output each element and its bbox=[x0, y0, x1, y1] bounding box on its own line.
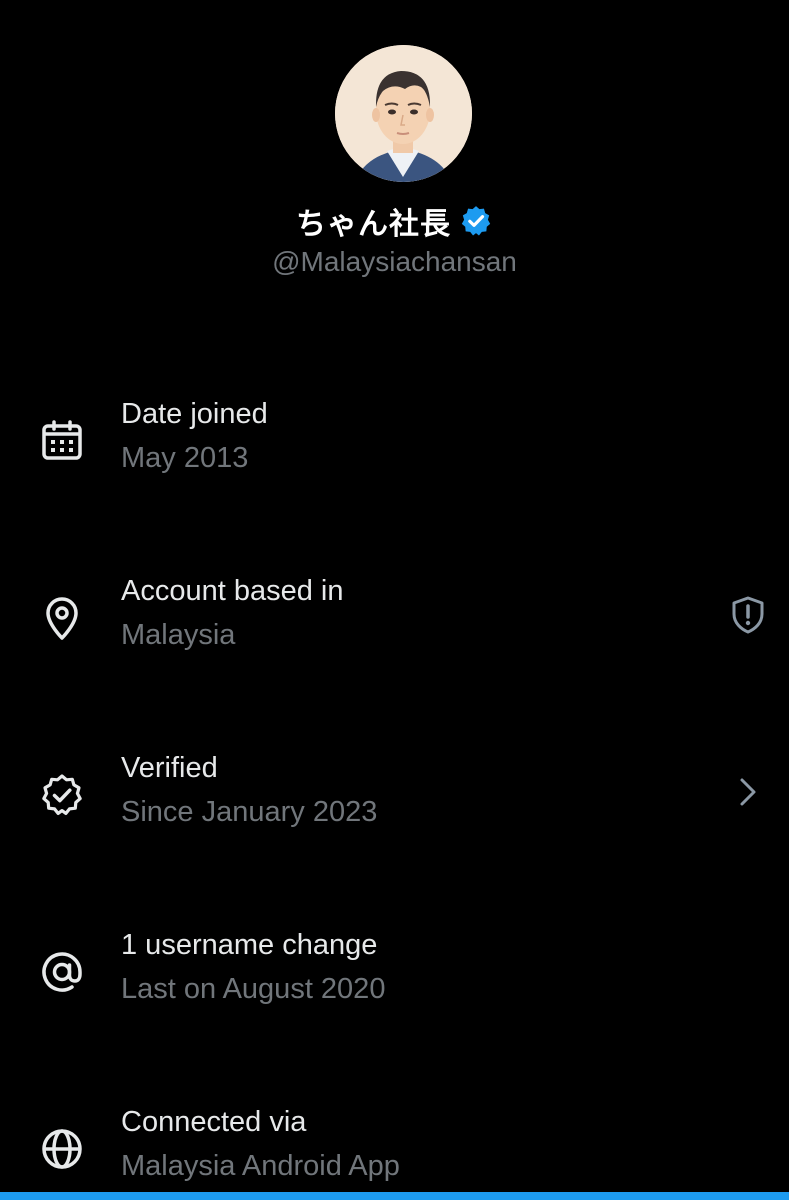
verified-check-icon bbox=[38, 771, 86, 819]
connected-via-title: Connected via bbox=[121, 1106, 307, 1138]
info-item-connected-via: Connected via Malaysia Android App bbox=[0, 1088, 789, 1198]
connected-via-value: Malaysia Android App bbox=[121, 1150, 400, 1182]
info-item-account-based-in: Account based in Malaysia bbox=[0, 557, 789, 667]
verified-title: Verified bbox=[121, 752, 218, 784]
profile-header: ちゃん社長 @Malaysiachansan bbox=[0, 0, 789, 300]
username-change-title: 1 username change bbox=[121, 929, 378, 961]
date-joined-title: Date joined bbox=[121, 398, 268, 430]
avatar[interactable] bbox=[335, 45, 472, 182]
date-joined-value: May 2013 bbox=[121, 442, 249, 474]
info-item-verified[interactable]: Verified Since January 2023 bbox=[0, 734, 789, 844]
globe-icon bbox=[38, 1125, 86, 1173]
info-item-username-change: 1 username change Last on August 2020 bbox=[0, 911, 789, 1021]
info-item-date-joined: Date joined May 2013 bbox=[0, 380, 789, 490]
avatar-illustration bbox=[335, 45, 472, 182]
username-change-value: Last on August 2020 bbox=[121, 973, 386, 1005]
calendar-icon bbox=[38, 417, 86, 465]
verified-badge-icon[interactable] bbox=[459, 204, 493, 238]
account-based-in-value: Malaysia bbox=[121, 619, 236, 651]
at-sign-icon bbox=[38, 948, 86, 996]
bottom-accent-bar bbox=[0, 1192, 789, 1200]
account-based-in-title: Account based in bbox=[121, 575, 344, 607]
display-name: ちゃん社長 bbox=[296, 207, 451, 242]
display-name-row: ちゃん社長 bbox=[0, 198, 789, 244]
shield-alert-icon[interactable] bbox=[727, 594, 769, 636]
location-pin-icon bbox=[38, 594, 86, 642]
chevron-right-icon[interactable] bbox=[727, 771, 769, 813]
verified-value: Since January 2023 bbox=[121, 796, 378, 828]
username-handle: @Malaysiachansan bbox=[272, 246, 517, 277]
